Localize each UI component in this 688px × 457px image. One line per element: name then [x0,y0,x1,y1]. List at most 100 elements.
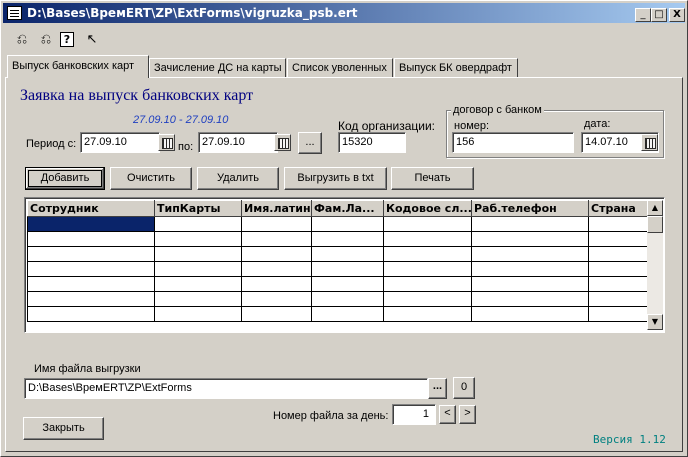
title-bar[interactable]: D:\Bases\ВремERT\ZP\ExtForms\vigruzka_ps… [3,3,685,23]
table-cell[interactable] [27,306,155,322]
calendar-icon[interactable] [274,134,291,151]
tab-card-crediting[interactable]: Зачисление ДС на карты [149,58,286,77]
table-cell[interactable] [27,276,155,292]
table-cell[interactable] [471,261,589,277]
grid-scrollbar[interactable]: ▲ ▼ [647,200,663,330]
whatsthis-icon[interactable]: ↖ [83,31,101,49]
table-cell[interactable] [311,231,384,247]
table-cell[interactable] [241,306,312,322]
table-cell[interactable] [154,231,242,247]
column-header-code-word[interactable]: Кодовое сл... [383,200,472,217]
table-cell[interactable] [383,291,472,307]
table-cell[interactable] [588,261,649,277]
contract-number-field[interactable]: 156 [452,132,574,153]
close-window-button[interactable]: X [669,8,685,22]
table-row[interactable] [27,246,649,262]
scroll-up-icon[interactable]: ▲ [647,200,663,216]
column-header-work-phone[interactable]: Раб.телефон [471,200,589,217]
table-cell[interactable] [154,216,242,232]
table-row[interactable] [27,276,649,292]
tab-overdraft-issue[interactable]: Выпуск БК овердрафт [394,58,518,77]
add-button[interactable]: Добавить [25,167,105,190]
table-cell[interactable] [311,276,384,292]
table-cell[interactable] [383,306,472,322]
clear-button[interactable]: Очистить [110,167,192,190]
table-cell[interactable] [241,291,312,307]
file-number-field[interactable]: 1 [392,404,436,425]
table-cell[interactable] [154,261,242,277]
table-cell[interactable] [154,306,242,322]
table-cell[interactable] [471,216,589,232]
export-file-path-field[interactable]: D:\Bases\ВремERT\ZP\ExtForms [24,378,428,399]
column-header-latin-surname[interactable]: Фам.Ла... [311,200,384,217]
scroll-down-icon[interactable]: ▼ [647,314,663,330]
table-row[interactable] [27,306,649,322]
table-cell[interactable] [588,291,649,307]
delete-button[interactable]: Удалить [197,167,279,190]
open-icon[interactable]: ⎌ [13,31,31,49]
table-cell[interactable] [241,276,312,292]
table-cell[interactable] [471,231,589,247]
column-header-card-type[interactable]: ТипКарты [154,200,242,217]
table-cell[interactable] [154,246,242,262]
table-cell[interactable] [588,276,649,292]
column-header-country[interactable]: Страна [588,200,649,217]
calendar-icon[interactable] [641,134,658,151]
table-row[interactable] [27,216,649,232]
column-header-employee[interactable]: Сотрудник [27,200,155,217]
minimize-button[interactable]: _ [635,8,651,22]
period-select-button[interactable]: ... [298,132,322,154]
file-number-next-button[interactable]: > [459,405,476,424]
table-cell[interactable] [27,291,155,307]
save-icon[interactable]: ⎌ [37,31,55,49]
table-cell[interactable] [27,246,155,262]
table-cell[interactable] [311,216,384,232]
table-cell[interactable] [27,231,155,247]
table-cell[interactable] [383,276,472,292]
table-cell[interactable] [311,306,384,322]
table-cell[interactable] [241,216,312,232]
close-button[interactable]: Закрыть [23,417,104,440]
reset-file-button[interactable]: 0 [453,377,475,399]
table-cell[interactable] [383,246,472,262]
tab-card-issue[interactable]: Выпуск банковских карт [7,55,149,78]
table-cell[interactable] [588,306,649,322]
table-cell[interactable] [471,291,589,307]
table-row[interactable] [27,231,649,247]
table-row[interactable] [27,291,649,307]
table-cell[interactable] [471,306,589,322]
table-cell[interactable] [471,246,589,262]
period-from-field[interactable]: 27.09.10 [80,132,160,153]
help-icon[interactable]: ? [60,32,74,47]
print-button[interactable]: Печать [391,167,474,190]
table-cell[interactable] [588,231,649,247]
scroll-thumb[interactable] [647,216,663,233]
table-cell[interactable] [383,216,472,232]
file-number-prev-button[interactable]: < [439,405,456,424]
table-cell[interactable] [241,246,312,262]
table-cell[interactable] [154,291,242,307]
table-cell[interactable] [471,276,589,292]
table-row[interactable] [27,261,649,277]
table-cell[interactable] [27,216,155,232]
table-cell[interactable] [27,261,155,277]
browse-file-button[interactable]: ... [428,378,447,399]
table-cell[interactable] [241,231,312,247]
maximize-button[interactable]: □ [651,8,667,22]
table-cell[interactable] [241,261,312,277]
period-to-field[interactable]: 27.09.10 [198,132,278,153]
org-code-field[interactable]: 15320 [338,132,406,153]
table-cell[interactable] [311,261,384,277]
column-header-latin-name[interactable]: Имя.латин [241,200,312,217]
table-cell[interactable] [383,261,472,277]
export-txt-button[interactable]: Выгрузить в txt [284,167,387,190]
calendar-icon[interactable] [158,134,175,151]
employees-grid[interactable]: Сотрудник ТипКарты Имя.латин Фам.Ла... К… [24,197,665,333]
table-cell[interactable] [383,231,472,247]
table-cell[interactable] [588,246,649,262]
table-cell[interactable] [588,216,649,232]
tab-dismissed-list[interactable]: Список уволенных [287,58,393,77]
table-cell[interactable] [311,246,384,262]
table-cell[interactable] [311,291,384,307]
table-cell[interactable] [154,276,242,292]
